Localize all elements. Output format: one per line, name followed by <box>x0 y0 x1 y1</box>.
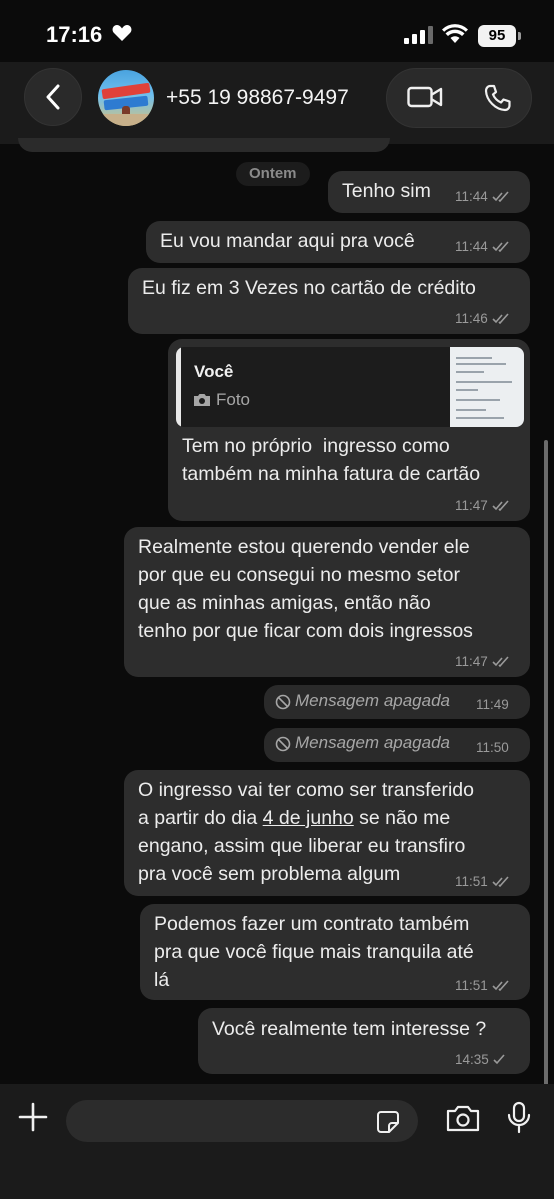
composer-bar <box>0 1084 554 1199</box>
status-bar: 17:16 95 <box>0 0 554 62</box>
contact-name[interactable]: +55 19 98867-9497 <box>166 86 349 110</box>
message-meta: 11:44 <box>455 189 510 204</box>
message-text: Eu fiz em 3 Vezes no cartão de crédito <box>142 277 476 299</box>
message-time: 11:44 <box>455 239 488 254</box>
deleted-text: Mensagem apagada <box>295 733 451 752</box>
call-actions <box>386 68 532 128</box>
battery-tip <box>518 32 521 40</box>
double-check-icon <box>492 241 509 252</box>
double-check-icon <box>492 876 509 887</box>
date-link[interactable]: 4 de junho <box>263 807 354 829</box>
message-meta: 11:44 <box>455 239 510 254</box>
message-text: Eu vou mandar aqui pra você <box>160 230 415 252</box>
quote-author: Você <box>194 362 234 381</box>
plus-icon[interactable] <box>18 1102 48 1132</box>
deleted-text: Mensagem apagada <box>295 691 451 710</box>
outgoing-reply-message[interactable]: Você Foto Tem no próprio ingresso como t… <box>168 339 530 521</box>
back-button[interactable] <box>24 68 82 126</box>
message-list[interactable]: Ontem Tenho sim 11:44 Eu vou mandar aqui… <box>0 138 554 1199</box>
double-check-icon <box>492 500 509 511</box>
deleted-message[interactable]: Mensagem apagada 11:49 <box>264 685 530 719</box>
camera-small-icon <box>194 394 210 406</box>
message-text: Podemos fazer um contrato também pra que… <box>154 913 474 991</box>
chevron-left-icon <box>46 84 60 110</box>
outgoing-message[interactable]: O ingresso vai ter como ser transferido … <box>124 770 530 896</box>
message-text: Tenho sim <box>342 180 431 202</box>
message-time: 11:46 <box>455 311 488 326</box>
sticker-icon[interactable] <box>376 1110 400 1134</box>
message-meta: 14:35 <box>455 1052 505 1067</box>
outgoing-message[interactable]: Eu fiz em 3 Vezes no cartão de crédito 1… <box>128 268 530 334</box>
wifi-icon <box>442 24 468 43</box>
message-time: 11:47 <box>455 498 488 513</box>
message-meta: 11:46 <box>455 311 510 326</box>
previous-message-fragment <box>18 138 390 152</box>
single-check-icon <box>493 1054 505 1065</box>
message-text: Realmente estou querendo vender ele por … <box>138 536 473 642</box>
message-text-line: também na minha fatura de cartão <box>182 463 481 485</box>
cellular-signal-icon <box>404 26 433 44</box>
message-input[interactable] <box>66 1100 418 1142</box>
message-text-line: O ingresso vai ter como ser transferido <box>138 779 474 801</box>
message-time: 11:44 <box>455 189 488 204</box>
camera-icon[interactable] <box>446 1104 480 1132</box>
battery-level: 95 <box>478 25 516 47</box>
microphone-icon[interactable] <box>506 1101 532 1135</box>
date-separator: Ontem <box>236 162 310 186</box>
message-time: 11:51 <box>455 978 488 993</box>
message-text-line: Tem no próprio ingresso como <box>182 435 450 457</box>
message-meta: 11:47 <box>455 654 510 669</box>
message-meta: 11:51 <box>455 874 510 889</box>
message-meta: 11:51 <box>455 978 510 993</box>
message-text-line: pra você sem problema algum <box>138 863 401 885</box>
prohibited-icon <box>275 736 291 752</box>
message-text: Você realmente tem interesse ? <box>212 1018 487 1040</box>
outgoing-message[interactable]: Você realmente tem interesse ? 14:35 <box>198 1008 530 1074</box>
quote-type: Foto <box>216 390 251 409</box>
prohibited-icon <box>275 694 291 710</box>
photo-thumbnail <box>450 347 524 427</box>
phone-icon[interactable] <box>483 83 513 113</box>
message-meta: 11:47 <box>455 498 510 513</box>
contact-avatar[interactable] <box>98 70 154 126</box>
outgoing-message[interactable]: Podemos fazer um contrato também pra que… <box>140 904 530 1000</box>
message-text-line: engano, assim que liberar eu transfiro <box>138 835 466 857</box>
double-check-icon <box>492 980 509 991</box>
double-check-icon <box>492 191 509 202</box>
status-time: 17:16 <box>46 22 103 47</box>
double-check-icon <box>492 656 509 667</box>
chat-header: +55 19 98867-9497 <box>0 62 554 144</box>
outgoing-message[interactable]: Tenho sim 11:44 <box>328 171 530 213</box>
message-time: 11:51 <box>455 874 488 889</box>
double-check-icon <box>492 313 509 324</box>
deleted-message[interactable]: Mensagem apagada 11:50 <box>264 728 530 762</box>
message-time: 14:35 <box>455 1052 489 1067</box>
quoted-message[interactable]: Você Foto <box>176 347 524 427</box>
message-time: 11:49 <box>476 697 509 712</box>
outgoing-message[interactable]: Eu vou mandar aqui pra você 11:44 <box>146 221 530 263</box>
message-time: 11:50 <box>476 740 509 755</box>
outgoing-message[interactable]: Realmente estou querendo vender ele por … <box>124 527 530 677</box>
message-time: 11:47 <box>455 654 488 669</box>
message-text-line: a partir do dia 4 de junho se não me <box>138 807 451 829</box>
heart-icon <box>112 25 132 41</box>
video-camera-icon[interactable] <box>407 85 443 109</box>
